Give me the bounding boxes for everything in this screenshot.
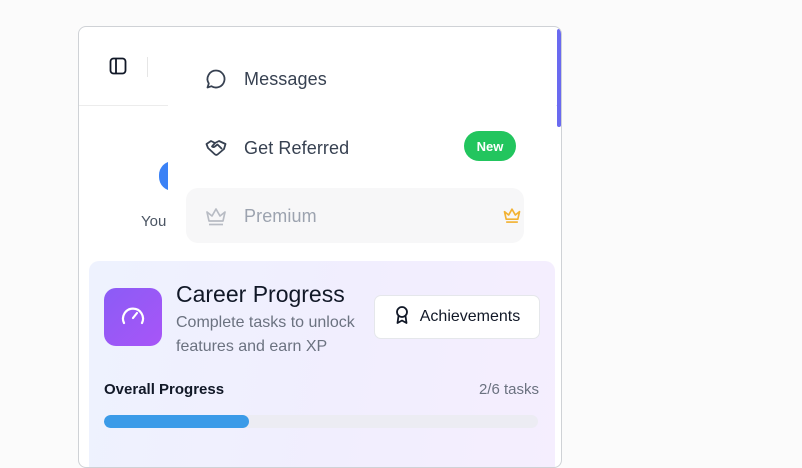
card-subtitle: Complete tasks to unlock features and ea… [176, 314, 355, 355]
menu-item-messages[interactable]: Messages [204, 59, 526, 99]
handshake-icon [204, 136, 228, 160]
card-title: Career Progress [176, 281, 345, 307]
sidebar-toggle-icon[interactable] [109, 57, 127, 75]
award-icon [394, 305, 410, 330]
achievements-label: Achievements [419, 308, 521, 325]
progress-label: Overall Progress [104, 381, 225, 398]
you-label: You [141, 213, 167, 230]
speedometer-icon [104, 288, 162, 346]
menu-item-label: Premium [244, 205, 317, 226]
menu-item-label: Get Referred [244, 137, 350, 158]
achievements-button[interactable]: Achievements [374, 295, 540, 339]
crown-icon [204, 204, 228, 228]
dropdown-menu: Messages Get Referred New Premium [168, 40, 556, 250]
progress-count: 2/6 tasks [478, 381, 539, 398]
new-badge: New [464, 131, 516, 161]
menu-item-get-referred[interactable]: Get Referred New [204, 128, 526, 168]
menu-item-premium[interactable]: Premium [204, 196, 526, 236]
career-progress-card: Career Progress Complete tasks to unlock… [89, 261, 555, 467]
menu-item-label: Messages [244, 68, 327, 89]
topbar-divider [147, 57, 148, 77]
premium-crown-icon [502, 205, 522, 230]
progress-bar-fill [104, 415, 249, 428]
chat-bubble-icon [204, 67, 228, 91]
scrollbar-thumb[interactable] [557, 29, 561, 127]
progress-bar [104, 415, 538, 428]
